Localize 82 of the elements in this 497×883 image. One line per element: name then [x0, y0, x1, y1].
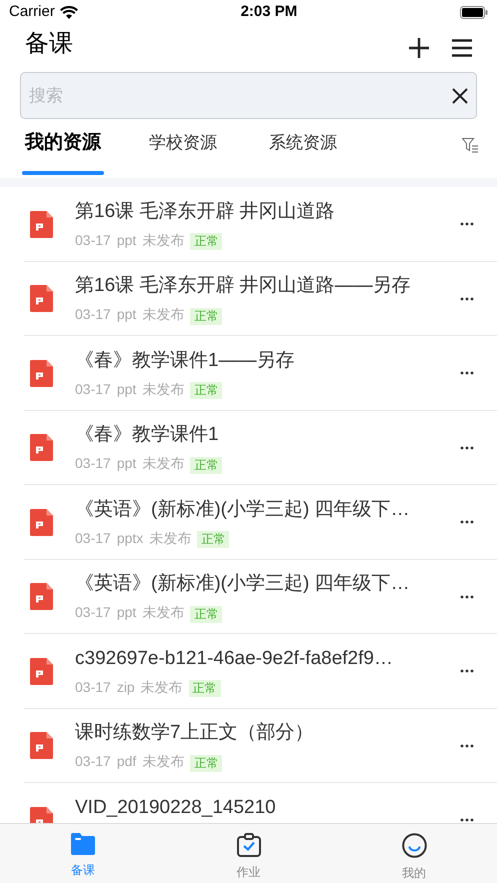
status-tag: 正常 [190, 233, 222, 250]
file-type: zip [116, 678, 135, 697]
file-date: 03-17 [75, 380, 111, 399]
status-tag: 正常 [190, 456, 222, 474]
file-title: VID_20190228_145210 [75, 796, 277, 820]
add-icon[interactable] [408, 37, 430, 59]
status-tag: 正常 [190, 754, 222, 772]
file-row[interactable]: 第16课 毛泽东开辟 井冈山道路——另存 03-17 ppt 未发布 正常 [0, 262, 497, 336]
file-row[interactable]: 《英语》(新标准)(小学三起) 四年级下… 03-17 pptx 未发布 正常 [0, 485, 497, 560]
status-tag: 正常 [197, 531, 230, 548]
publish-status: 未发布 [142, 752, 184, 772]
file-row[interactable]: 《春》教学课件1——另存 03-17 ppt 未发布 正常 [0, 336, 497, 410]
file-date: 03-17 [75, 305, 111, 324]
presentation-file-icon [30, 434, 53, 462]
wifi-icon [60, 6, 78, 19]
page-title: 备课 [25, 29, 73, 59]
publish-status: 未发布 [140, 678, 183, 697]
presentation-file-icon [30, 583, 53, 610]
file-row[interactable]: 《英语》(新标准)(小学三起) 四年级下… 03-17 ppt 未发布 正常 [0, 560, 497, 634]
more-icon[interactable] [460, 818, 474, 822]
more-icon[interactable] [460, 446, 474, 450]
search-field[interactable]: 搜索 [20, 72, 477, 119]
folder-icon [70, 833, 95, 855]
resource-tab[interactable]: 我的资源 [22, 119, 104, 178]
resource-tab[interactable]: 学校资源 [142, 119, 224, 178]
battery-icon [460, 6, 488, 19]
smile-icon [402, 833, 427, 858]
file-date: 03-17 [75, 678, 111, 697]
file-title: 《英语》(新标准)(小学三起) 四年级下… [75, 572, 411, 596]
file-row[interactable]: c392697e-b121-46ae-9e2f-fa8ef2f9… 03-17 zip 未发布 正常 [0, 634, 497, 708]
publish-status: 未发布 [142, 230, 184, 250]
file-title: 第16课 毛泽东开辟 井冈山道路——另存 [75, 274, 412, 298]
publish-status: 未发布 [142, 603, 184, 622]
presentation-file-icon [30, 360, 53, 387]
filter-icon[interactable] [462, 138, 479, 153]
file-type: ppt [116, 305, 136, 324]
file-title: 课时练数学7上正文（部分） [75, 721, 315, 746]
presentation-file-icon [30, 285, 53, 312]
status-time: 2:03 PM [240, 2, 298, 22]
file-date: 03-17 [75, 528, 111, 548]
more-icon[interactable] [460, 296, 474, 301]
file-type: ppt [116, 380, 136, 399]
file-title: 第16课 毛泽东开辟 井冈山道路 [75, 200, 336, 224]
file-date: 03-17 [75, 454, 111, 474]
file-type: pptx [116, 528, 144, 548]
publish-status: 未发布 [142, 454, 184, 474]
file-title: 《春》教学课件1——另存 [75, 348, 296, 373]
more-icon[interactable] [460, 222, 474, 226]
file-type: ppt [116, 230, 136, 250]
more-icon[interactable] [460, 669, 474, 674]
presentation-file-icon [30, 658, 53, 685]
status-tag: 正常 [190, 382, 222, 400]
status-tag: 正常 [190, 308, 222, 325]
close-icon[interactable] [452, 88, 468, 104]
file-type: ppt [116, 454, 136, 474]
file-row[interactable]: 课时练数学7上正文（部分） 03-17 pdf 未发布 正常 [0, 708, 497, 783]
presentation-file-icon [30, 508, 53, 536]
file-title: c392697e-b121-46ae-9e2f-fa8ef2f9… [75, 646, 394, 671]
more-icon[interactable] [460, 744, 474, 748]
publish-status: 未发布 [142, 305, 184, 324]
file-date: 03-17 [75, 603, 111, 622]
file-date: 03-17 [75, 752, 111, 772]
carrier-name: Carrier [9, 2, 55, 22]
clipboard-check-icon [236, 833, 260, 857]
file-row[interactable]: 第16课 毛泽东开辟 井冈山道路 03-17 ppt 未发布 正常 [0, 187, 497, 262]
publish-status: 未发布 [142, 380, 184, 399]
status-tag: 正常 [188, 680, 221, 698]
file-title: 《英语》(新标准)(小学三起) 四年级下… [75, 498, 411, 522]
file-row[interactable]: 《春》教学课件1 03-17 ppt 未发布 正常 [0, 410, 497, 485]
more-icon[interactable] [460, 520, 474, 524]
presentation-file-icon [30, 210, 53, 238]
file-title: 《春》教学课件1 [75, 423, 220, 448]
file-type: ppt [116, 603, 136, 622]
more-icon[interactable] [460, 594, 474, 599]
presentation-file-icon [30, 732, 53, 760]
file-type: pdf [116, 752, 136, 772]
more-icon[interactable] [460, 371, 474, 376]
publish-status: 未发布 [149, 528, 192, 548]
menu-icon[interactable] [452, 39, 472, 57]
resource-tab[interactable]: 系统资源 [262, 119, 344, 178]
status-tag: 正常 [190, 606, 222, 623]
file-date: 03-17 [75, 230, 111, 250]
